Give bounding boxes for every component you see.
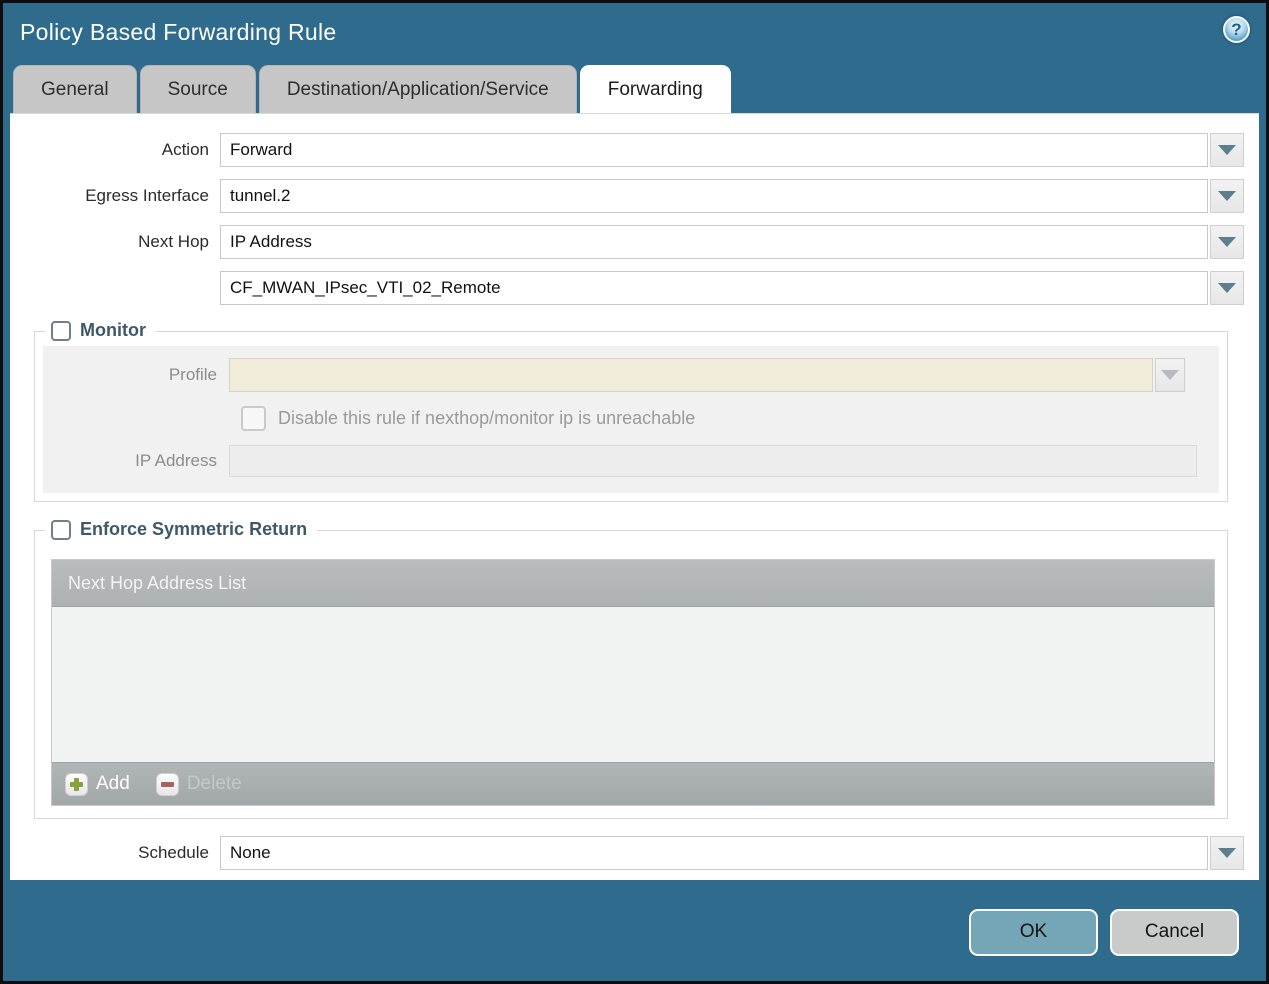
chevron-down-icon: [1218, 848, 1236, 858]
delete-button: Delete: [155, 772, 242, 796]
cancel-button[interactable]: Cancel: [1110, 908, 1239, 956]
chevron-down-icon: [1218, 145, 1236, 155]
chevron-down-icon: [1218, 191, 1236, 201]
next-hop-type-dropdown-button[interactable]: [1210, 225, 1244, 259]
next-hop-address-list-toolbar: Add Delete: [52, 762, 1214, 805]
next-hop-address-row: CF_MWAN_IPsec_VTI_02_Remote: [10, 271, 1244, 305]
action-label: Action: [161, 140, 209, 159]
minus-icon: [155, 772, 179, 796]
next-hop-address-dropdown-button[interactable]: [1210, 271, 1244, 305]
egress-interface-row: Egress Interface tunnel.2: [10, 179, 1244, 213]
egress-interface-input[interactable]: tunnel.2: [220, 179, 1208, 213]
profile-row: Profile: [43, 358, 1205, 392]
profile-input: [229, 358, 1153, 392]
monitor-legend: Monitor: [45, 320, 156, 341]
next-hop-address-list-header: Next Hop Address List: [52, 560, 1214, 607]
disable-rule-checkbox[interactable]: [241, 406, 266, 431]
pbf-rule-dialog: Policy Based Forwarding Rule ? General S…: [0, 0, 1269, 984]
monitor-ip-address-row: IP Address: [43, 445, 1205, 477]
page-title: Policy Based Forwarding Rule: [20, 19, 337, 45]
action-dropdown-button[interactable]: [1210, 133, 1244, 167]
next-hop-address-list-table: Next Hop Address List Add Delete: [51, 559, 1215, 806]
chevron-down-icon: [1218, 237, 1236, 247]
dialog-footer: OK Cancel: [3, 883, 1266, 981]
schedule-row: Schedule None: [10, 836, 1244, 870]
enforce-symmetric-return-checkbox[interactable]: [51, 519, 71, 540]
plus-icon: [65, 772, 88, 796]
monitor-ip-address-input: [229, 445, 1197, 477]
tab-bar: General Source Destination/Application/S…: [3, 65, 1266, 113]
help-icon[interactable]: ?: [1223, 16, 1250, 43]
action-input[interactable]: Forward: [220, 133, 1208, 167]
chevron-down-icon: [1161, 370, 1179, 380]
tab-source[interactable]: Source: [139, 65, 256, 113]
disable-rule-row: Disable this rule if nexthop/monitor ip …: [241, 406, 1205, 431]
monitor-section: Monitor Profile Disable this rule if nex…: [34, 320, 1228, 502]
add-button-label: Add: [96, 773, 130, 794]
profile-dropdown-button: [1155, 358, 1185, 392]
egress-interface-dropdown-button[interactable]: [1210, 179, 1244, 213]
chevron-down-icon: [1218, 283, 1236, 293]
next-hop-address-list-body[interactable]: [52, 607, 1214, 762]
next-hop-address-input[interactable]: CF_MWAN_IPsec_VTI_02_Remote: [220, 271, 1208, 305]
ok-button[interactable]: OK: [969, 908, 1098, 956]
next-hop-type-input[interactable]: IP Address: [220, 225, 1208, 259]
schedule-label: Schedule: [138, 843, 209, 862]
profile-label: Profile: [168, 365, 217, 384]
disable-rule-label: Disable this rule if nexthop/monitor ip …: [278, 408, 696, 428]
tab-general[interactable]: General: [13, 65, 137, 113]
titlebar: Policy Based Forwarding Rule ?: [3, 3, 1266, 65]
delete-button-label: Delete: [186, 773, 242, 794]
enforce-symmetric-return-legend: Enforce Symmetric Return: [45, 519, 318, 540]
monitor-checkbox[interactable]: [51, 320, 71, 341]
monitor-ip-address-label: IP Address: [135, 451, 217, 470]
enforce-symmetric-return-section: Enforce Symmetric Return Next Hop Addres…: [34, 519, 1228, 819]
forwarding-tab-panel: Action Forward Egress Interface tunnel.2…: [10, 113, 1259, 880]
next-hop-row: Next Hop IP Address: [10, 225, 1244, 259]
egress-interface-label: Egress Interface: [85, 186, 209, 205]
monitor-label: Monitor: [80, 320, 146, 340]
schedule-input[interactable]: None: [220, 836, 1208, 870]
add-button[interactable]: Add: [65, 772, 130, 796]
tab-forwarding[interactable]: Forwarding: [579, 65, 731, 113]
monitor-panel: Profile Disable this rule if nexthop/mon…: [43, 346, 1219, 493]
action-row: Action Forward: [10, 133, 1244, 167]
enforce-symmetric-return-label: Enforce Symmetric Return: [80, 519, 308, 539]
schedule-dropdown-button[interactable]: [1210, 836, 1244, 870]
next-hop-label: Next Hop: [138, 232, 209, 251]
tab-destination-application-service[interactable]: Destination/Application/Service: [258, 65, 577, 113]
